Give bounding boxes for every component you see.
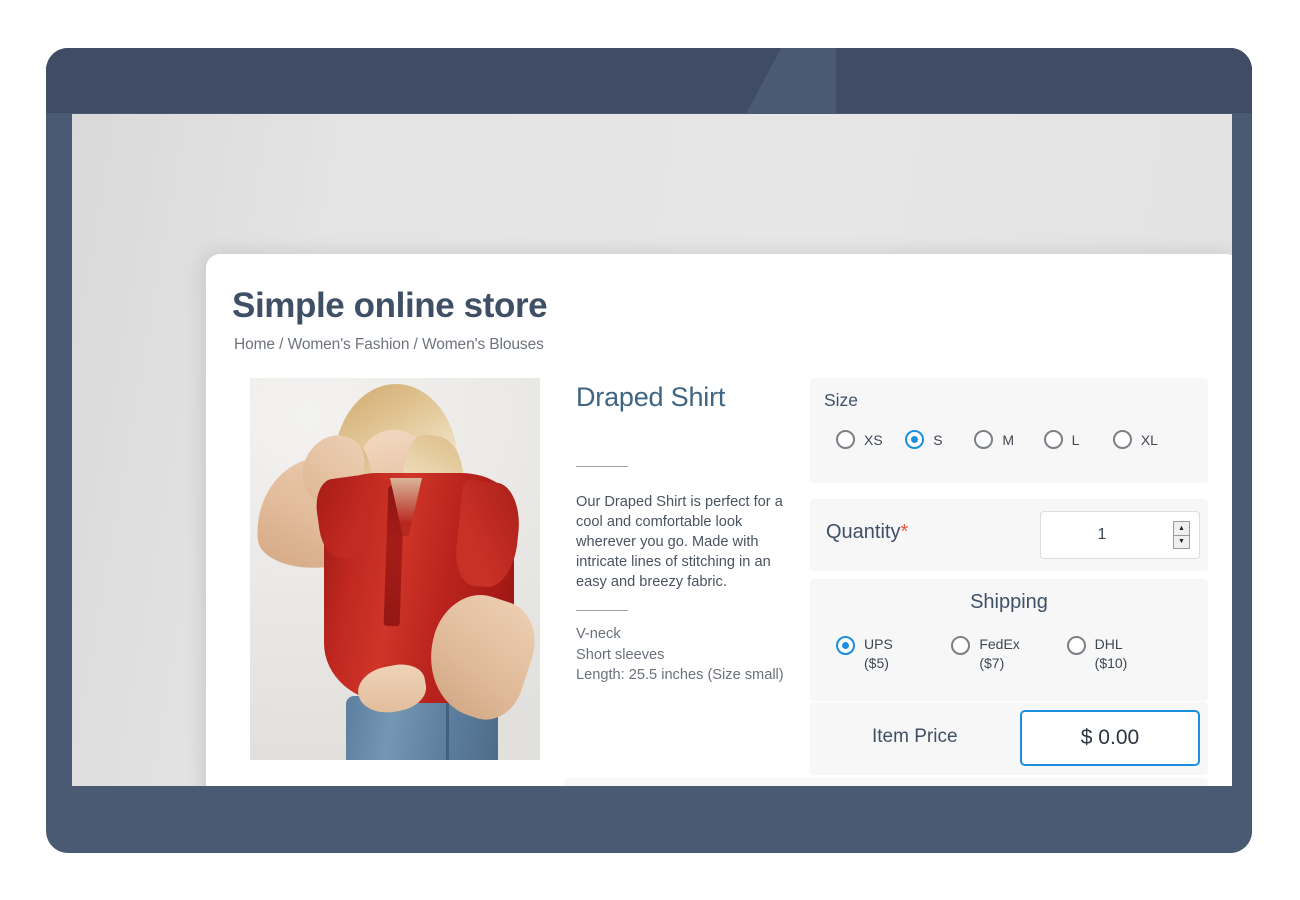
final-price-panel: Final price to pay 1 item in your Shoppi…	[564, 778, 1208, 786]
divider-bottom	[576, 610, 628, 611]
spinner-down-icon[interactable]: ▼	[1174, 536, 1189, 549]
shipping-carrier: UPS	[864, 636, 893, 652]
shipping-price: ($5)	[864, 655, 889, 671]
radio-icon-xl[interactable]	[1112, 430, 1132, 449]
size-option-label: M	[1002, 431, 1015, 448]
size-option-label: S	[933, 431, 943, 448]
quantity-panel: Quantity* 1 ▲ ▼	[810, 499, 1208, 571]
size-option-label: L	[1071, 431, 1080, 448]
divider-top	[576, 466, 628, 467]
browser-page-background: Simple online store Home / Women's Fashi…	[72, 114, 1232, 786]
quantity-spinner[interactable]: ▲ ▼	[1173, 521, 1190, 549]
product-description: Our Draped Shirt is perfect for a cool a…	[576, 494, 783, 590]
page-title: Simple online store	[232, 286, 548, 325]
size-option-m[interactable]: M	[974, 430, 1043, 449]
product-name: Draped Shirt	[576, 382, 726, 412]
shipping-option-text: UPS ($5)	[864, 635, 893, 673]
store-content-card: Simple online store Home / Women's Fashi…	[206, 254, 1232, 786]
photo-jeans-seam	[446, 696, 449, 760]
required-asterisk: *	[900, 521, 909, 543]
shipping-option-ups[interactable]: UPS ($5)	[836, 635, 951, 673]
screenshot-root: Simple online store Home / Women's Fashi…	[0, 0, 1300, 900]
size-radio-group[interactable]: XS S M L XL	[810, 430, 1208, 449]
size-label: Size	[824, 390, 859, 410]
item-price-value: $ 0.00	[1020, 710, 1200, 766]
quantity-input-value[interactable]: 1	[1041, 512, 1163, 558]
shipping-option-text: DHL ($10)	[1095, 635, 1128, 673]
radio-icon-fedex[interactable]	[951, 636, 971, 655]
size-option-xl[interactable]: XL	[1112, 430, 1182, 449]
size-option-s[interactable]: S	[905, 430, 974, 449]
shipping-option-dhl[interactable]: DHL ($10)	[1066, 635, 1182, 673]
shipping-price: ($10)	[1094, 655, 1128, 671]
shipping-option-text: FedEx ($7)	[979, 635, 1019, 673]
radio-icon-m[interactable]	[974, 430, 994, 449]
radio-icon-dhl[interactable]	[1066, 636, 1086, 655]
size-option-label: XL	[1140, 431, 1158, 448]
shipping-option-fedex[interactable]: FedEx ($7)	[951, 635, 1066, 673]
item-price-label: Item Price	[872, 726, 958, 747]
item-price-panel: Item Price $ 0.00	[810, 702, 1208, 775]
radio-icon-l[interactable]	[1043, 430, 1063, 449]
radio-icon-ups-selected[interactable]	[836, 636, 855, 655]
quantity-label: Quantity*	[826, 521, 908, 544]
shipping-radio-group[interactable]: UPS ($5) FedEx ($7) DHL ($10)	[810, 635, 1208, 673]
size-option-l[interactable]: L	[1043, 430, 1113, 449]
quantity-stepper[interactable]: 1 ▲ ▼	[1040, 511, 1200, 559]
frame-top-band	[46, 48, 1252, 113]
shipping-title: Shipping	[970, 591, 1048, 613]
shipping-carrier: DHL	[1094, 636, 1123, 652]
product-specs: V-neck Short sleeves Length: 25.5 inches…	[576, 626, 784, 683]
shipping-panel: Shipping UPS ($5) FedEx ($7) DHL ($10)	[810, 579, 1208, 701]
shipping-carrier: FedEx	[979, 636, 1020, 652]
size-option-label: XS	[864, 431, 883, 448]
size-panel: Size XS S M L XL	[810, 378, 1208, 483]
spinner-up-icon[interactable]: ▲	[1174, 522, 1189, 536]
breadcrumb[interactable]: Home / Women's Fashion / Women's Blouses	[234, 336, 544, 354]
quantity-label-text: Quantity	[826, 521, 901, 543]
radio-icon-xs[interactable]	[836, 430, 855, 449]
shipping-price: ($7)	[979, 655, 1005, 671]
size-option-xs[interactable]: XS	[836, 430, 905, 449]
radio-icon-s-selected[interactable]	[905, 430, 925, 449]
product-image	[250, 378, 540, 760]
